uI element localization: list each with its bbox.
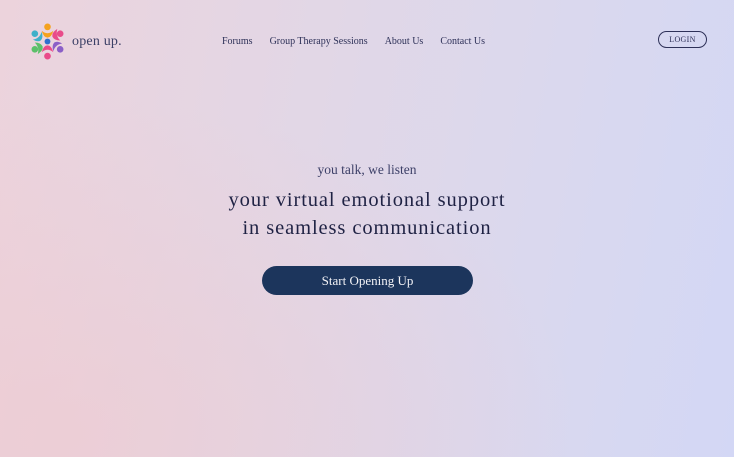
nav-link-about-us[interactable]: About Us [385,36,424,47]
hero-headline: your virtual emotional support in seamle… [0,186,734,242]
brand-name: open up. [72,33,122,49]
nav-link-contact-us[interactable]: Contact Us [440,36,485,47]
nav-link-forums[interactable]: Forums [222,36,253,47]
hero-tagline: you talk, we listen [317,162,417,177]
hero-headline-line-1: your virtual emotional support [228,189,506,211]
start-opening-up-button[interactable]: Start Opening Up [262,266,473,295]
login-button[interactable]: LOGIN [658,31,707,48]
nav-link-group-therapy-sessions[interactable]: Group Therapy Sessions [270,36,368,47]
colorful-people-circle-logo-icon [28,22,67,61]
hero-headline-line-2: in seamless communication [242,217,492,239]
brand-logo-link[interactable]: open up. [28,22,122,61]
main-nav: Forums Group Therapy Sessions About Us C… [222,36,485,47]
